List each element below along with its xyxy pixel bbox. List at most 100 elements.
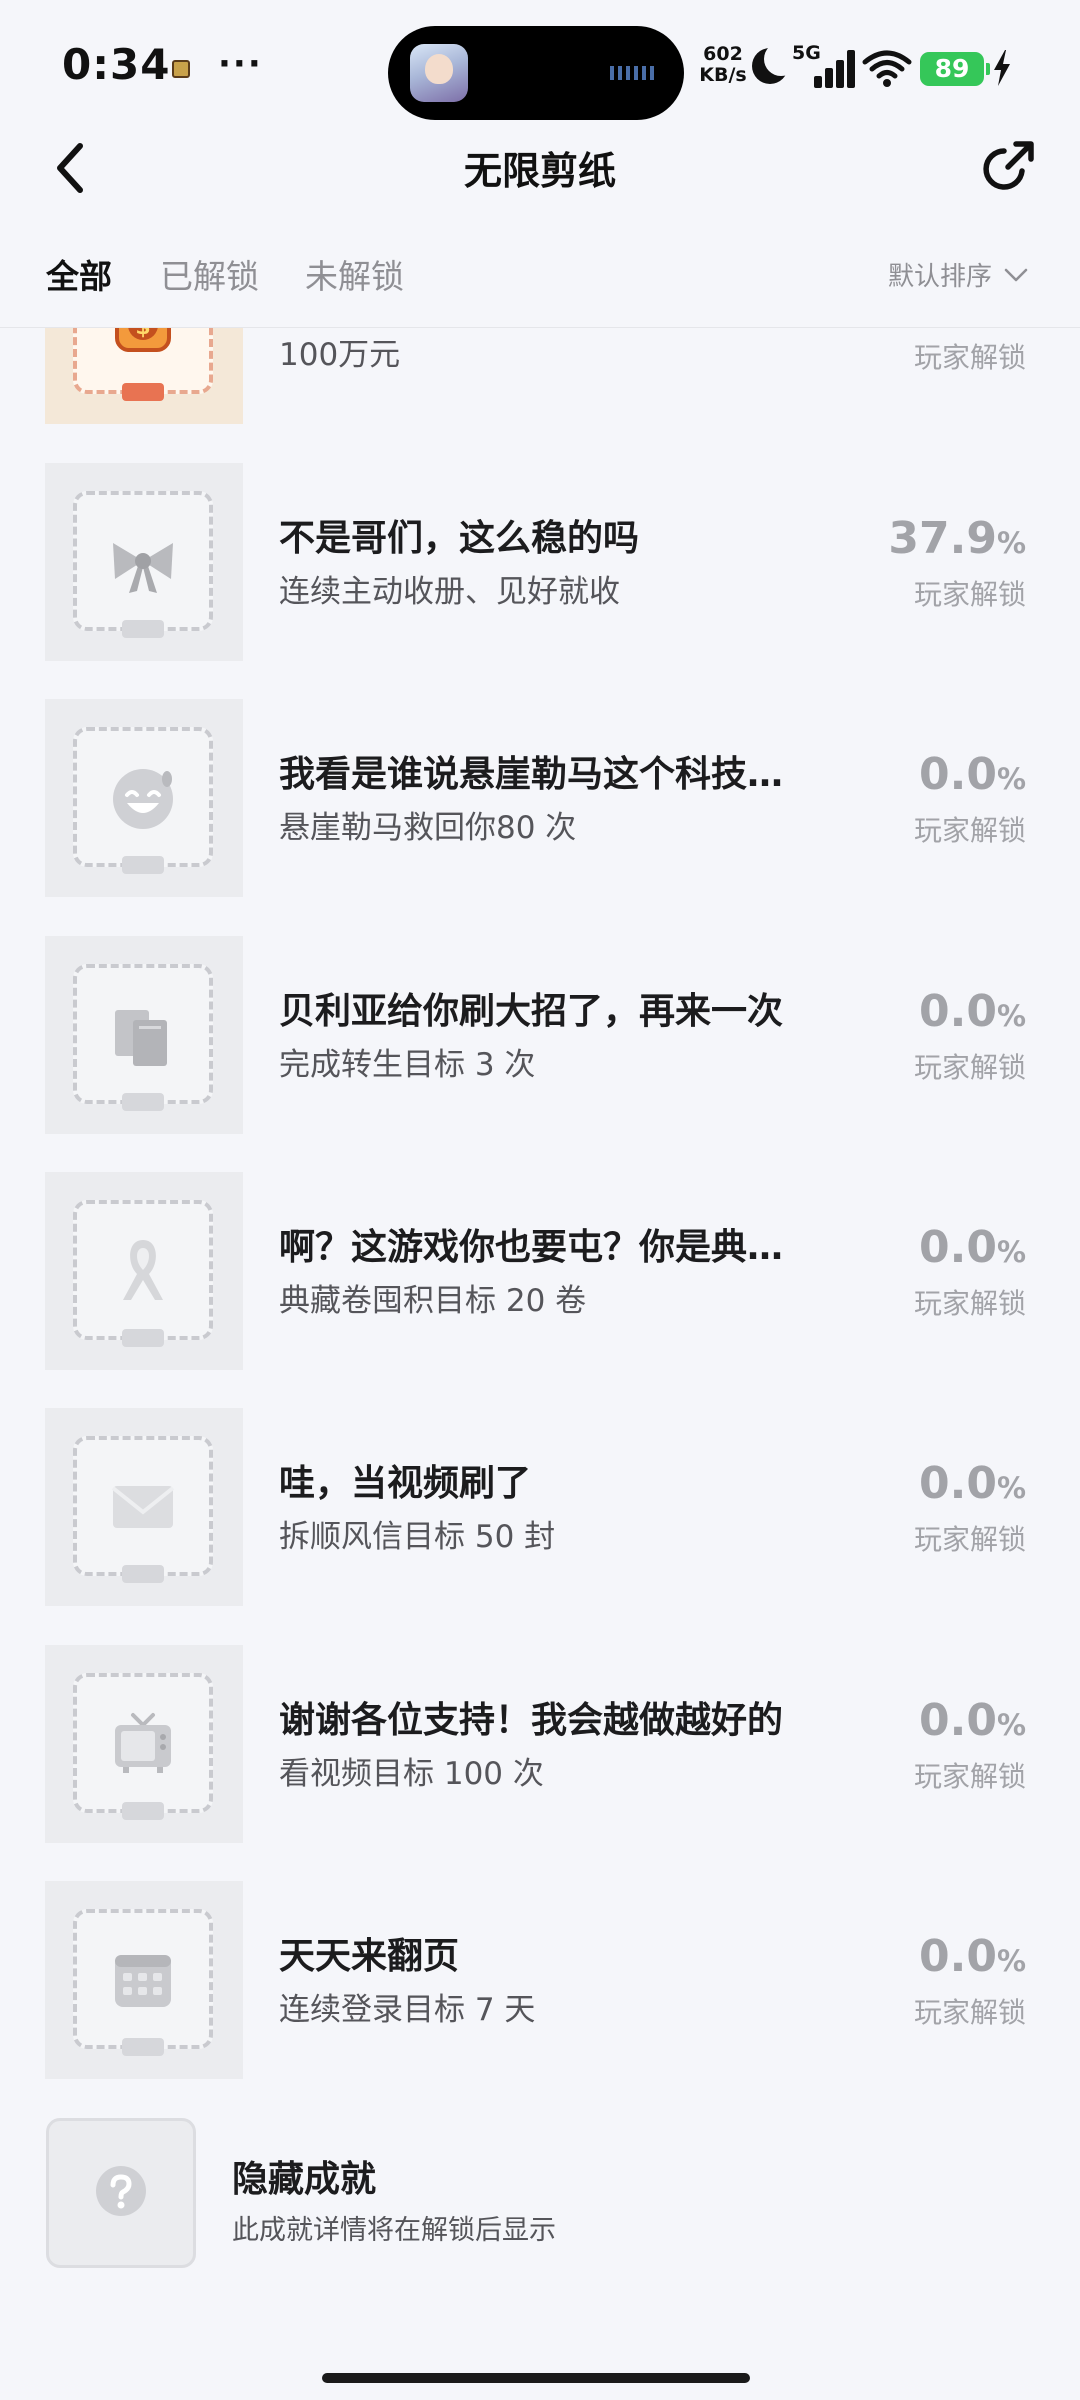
achievement-row[interactable]: 我看是谁说悬崖勒马这个科技… 悬崖勒马救回你80 次 0.0% 玩家解锁 — [0, 699, 1080, 897]
unlock-percentage: 0.0% — [919, 1931, 1026, 1982]
bow-icon — [97, 515, 189, 607]
achievement-row[interactable]: 哇，当视频刷了 拆顺风信目标 50 封 0.0% 玩家解锁 — [0, 1408, 1080, 1606]
more-notifications-icon: ··· — [218, 44, 263, 84]
achievement-thumb — [45, 1172, 243, 1370]
unlock-percentage: 0.0% — [919, 1222, 1026, 1273]
achievement-row[interactable]: $ 100万元 玩家解锁 — [0, 328, 1080, 424]
do-not-disturb-icon — [752, 42, 798, 84]
island-app-avatar-icon — [410, 44, 468, 102]
pct-value: 0.0 — [918, 1931, 997, 1982]
pct-value: 0.0 — [918, 749, 997, 800]
hidden-achievement-title: 隐藏成就 — [232, 2159, 377, 2200]
notification-app-icon — [172, 60, 190, 78]
unlock-percentage: 37.9% — [888, 513, 1026, 564]
tab-locked[interactable]: 未解锁 — [305, 250, 404, 298]
home-indicator[interactable] — [322, 2373, 750, 2383]
achievement-title: 我看是谁说悬崖勒马这个科技… — [279, 754, 784, 795]
achievement-desc: 悬崖勒马救回你80 次 — [279, 810, 577, 846]
pct-unit: % — [996, 762, 1026, 796]
svg-text:$: $ — [135, 328, 150, 340]
achievement-desc: 100万元 — [279, 337, 401, 373]
thumb-tag — [122, 383, 164, 401]
achievement-thumb — [45, 699, 243, 897]
unlock-label: 玩家解锁 — [913, 1996, 1026, 2029]
coin-icon: $ — [97, 328, 189, 370]
unlock-label: 玩家解锁 — [913, 814, 1026, 847]
page-title: 无限剪纸 — [463, 149, 616, 193]
chevron-down-icon — [1004, 268, 1028, 281]
unlock-label: 玩家解锁 — [913, 341, 1026, 374]
share-icon — [983, 141, 1034, 190]
achievement-desc: 连续登录目标 7 天 — [279, 1992, 536, 2028]
filter-tabs: 全部 已解锁 未解锁 默认排序 — [0, 246, 1080, 328]
sort-label: 默认排序 — [887, 262, 992, 292]
unlock-label: 玩家解锁 — [913, 1760, 1026, 1793]
status-time: 0:34 — [62, 40, 171, 89]
achievement-desc: 拆顺风信目标 50 封 — [279, 1519, 556, 1555]
achievement-row[interactable]: 天天来翻页 连续登录目标 7 天 0.0% 玩家解锁 — [0, 1881, 1080, 2079]
unlock-label: 玩家解锁 — [913, 1523, 1026, 1556]
achievement-desc: 完成转生目标 3 次 — [279, 1047, 536, 1083]
calendar-icon — [97, 1933, 189, 2025]
charging-icon — [992, 50, 1012, 86]
achievement-title: 哇，当视频刷了 — [279, 1463, 532, 1504]
laugh-face-icon — [97, 751, 189, 843]
tab-unlocked[interactable]: 已解锁 — [160, 250, 259, 298]
battery-indicator: 89 — [920, 52, 990, 86]
achievement-title: 天天来翻页 — [279, 1936, 460, 1977]
achievement-title: 谢谢各位支持！我会越做越好的 — [279, 1700, 784, 1741]
net-speed-value: 602 — [703, 43, 743, 65]
unlock-percentage: 0.0% — [919, 749, 1026, 800]
pct-value: 0.0 — [918, 1695, 997, 1746]
pct-unit: % — [996, 999, 1026, 1033]
achievement-thumb — [45, 936, 243, 1134]
tab-all[interactable]: 全部 — [46, 250, 112, 298]
unlock-percentage: 0.0% — [919, 1458, 1026, 1509]
signal-icon — [806, 50, 855, 88]
achievement-desc: 连续主动收册、见好就收 — [279, 574, 620, 610]
achievement-title: 贝利亚给你刷大招了，再来一次 — [279, 991, 784, 1032]
achievement-thumb — [45, 1408, 243, 1606]
unlock-label: 玩家解锁 — [913, 578, 1026, 611]
achievement-row[interactable]: 啊？这游戏你也要屯？你是典… 典藏卷囤积目标 20 卷 0.0% 玩家解锁 — [0, 1172, 1080, 1370]
achievement-desc: 典藏卷囤积目标 20 卷 — [279, 1283, 587, 1319]
net-speed-unit: KB/s — [699, 64, 747, 86]
dynamic-island[interactable] — [388, 26, 684, 120]
achievement-desc: 看视频目标 100 次 — [279, 1756, 544, 1792]
achievement-thumb — [45, 1881, 243, 2079]
share-button[interactable] — [974, 128, 1040, 208]
ribbon-icon — [97, 1224, 189, 1316]
unlock-label: 玩家解锁 — [913, 1051, 1026, 1084]
hidden-achievement-row[interactable]: 隐藏成就 此成就详情将在解锁后显示 — [0, 2118, 1080, 2268]
pct-value: 0.0 — [918, 1222, 997, 1273]
thumb-tag — [122, 1093, 164, 1111]
thumb-tag — [122, 2038, 164, 2056]
sort-dropdown[interactable]: 默认排序 — [888, 256, 1028, 293]
achievement-list[interactable]: $ 100万元 玩家解锁 — [0, 328, 1080, 2268]
thumb-tag — [122, 1565, 164, 1583]
achievement-thumb — [45, 1645, 243, 1843]
thumb-tag — [122, 1329, 164, 1347]
unlock-percentage: 0.0% — [919, 1695, 1026, 1746]
pct-unit: % — [996, 1235, 1026, 1269]
wifi-icon — [862, 48, 912, 88]
achievement-row[interactable]: 不是哥们，这么稳的吗 连续主动收册、见好就收 37.9% 玩家解锁 — [0, 463, 1080, 661]
pct-value: 37.9 — [888, 513, 997, 564]
achievement-thumb — [45, 463, 243, 661]
thumb-tag — [122, 1802, 164, 1820]
hidden-achievement-desc: 此成就详情将在解锁后显示 — [232, 2215, 556, 2246]
unlock-percentage: 0.0% — [919, 986, 1026, 1037]
achievement-title: 啊？这游戏你也要屯？你是典… — [279, 1227, 784, 1268]
tv-icon — [97, 1697, 189, 1789]
achievement-thumb: $ — [45, 328, 243, 424]
achievement-row[interactable]: 贝利亚给你刷大招了，再来一次 完成转生目标 3 次 0.0% 玩家解锁 — [0, 936, 1080, 1134]
audio-wave-icon — [610, 66, 658, 80]
achievement-row[interactable]: 谢谢各位支持！我会越做越好的 看视频目标 100 次 0.0% 玩家解锁 — [0, 1645, 1080, 1843]
books-icon — [97, 988, 189, 1080]
pct-unit: % — [996, 1471, 1026, 1505]
question-icon — [95, 2165, 147, 2221]
net-speed: 602 KB/s — [696, 44, 750, 86]
hidden-achievement-thumb — [46, 2118, 196, 2268]
pct-unit: % — [996, 1944, 1026, 1978]
achievement-title: 不是哥们，这么稳的吗 — [279, 518, 640, 559]
